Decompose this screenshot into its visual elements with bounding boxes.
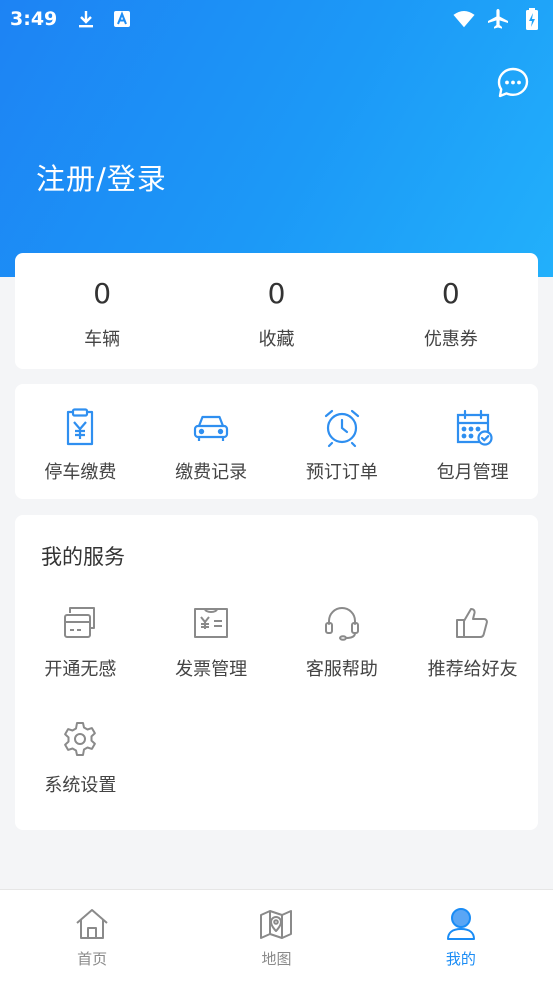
- car-icon: [190, 406, 232, 448]
- service-label: 系统设置: [44, 775, 117, 796]
- tab-label: 地图: [261, 950, 292, 968]
- airplane-icon: [487, 8, 509, 30]
- service-settings[interactable]: 系统设置: [15, 719, 146, 835]
- quick-action-reservations[interactable]: 预订订单: [277, 384, 408, 499]
- status-time: 3:49: [10, 8, 58, 30]
- tab-mine[interactable]: 我的: [369, 890, 553, 983]
- quick-action-label: 预订订单: [305, 462, 378, 483]
- thumbs-up-icon: [453, 603, 493, 643]
- tab-home[interactable]: 首页: [0, 890, 184, 983]
- calendar-check-icon: [452, 406, 494, 448]
- text-a-icon: [111, 8, 133, 30]
- wifi-icon: [453, 8, 475, 30]
- card-icon: [60, 603, 100, 643]
- login-register-link[interactable]: 注册/登录: [36, 156, 167, 198]
- service-customer-help[interactable]: 客服帮助: [277, 603, 408, 719]
- stat-value: 0: [93, 277, 112, 310]
- quick-action-monthly[interactable]: 包月管理: [407, 384, 538, 499]
- services-card: 我的服务 开通无感 发票管理 客服帮助 推荐给好友 系统设置: [15, 515, 538, 830]
- bottom-tab-bar: 首页 地图 我的: [0, 889, 553, 983]
- chat-bubble-icon[interactable]: [496, 66, 530, 100]
- service-senseless-pay[interactable]: 开通无感: [15, 603, 146, 719]
- service-label: 发票管理: [175, 659, 248, 680]
- tab-label: 我的: [445, 950, 476, 968]
- stat-coupons[interactable]: 0 优惠券: [364, 253, 538, 369]
- services-title: 我的服务: [41, 545, 125, 569]
- quick-action-label: 包月管理: [436, 462, 509, 483]
- quick-action-label: 缴费记录: [175, 462, 248, 483]
- battery-charging-icon: [521, 8, 543, 30]
- service-invoice[interactable]: 发票管理: [146, 603, 277, 719]
- gear-icon: [60, 719, 100, 759]
- profile-header: 3:49 注册/登录: [0, 0, 553, 277]
- stat-vehicles[interactable]: 0 车辆: [15, 253, 189, 369]
- quick-action-payment-records[interactable]: 缴费记录: [146, 384, 277, 499]
- user-icon: [443, 906, 479, 942]
- yen-clipboard-icon: [59, 406, 101, 448]
- stat-label: 优惠券: [423, 329, 478, 350]
- quick-action-label: 停车缴费: [44, 462, 117, 483]
- invoice-icon: [191, 603, 231, 643]
- stat-favorites[interactable]: 0 收藏: [189, 253, 363, 369]
- stat-value: 0: [267, 277, 286, 310]
- service-recommend[interactable]: 推荐给好友: [407, 603, 538, 719]
- service-label: 推荐给好友: [427, 659, 518, 680]
- tab-label: 首页: [77, 950, 108, 968]
- stat-label: 收藏: [258, 329, 295, 350]
- download-icon: [75, 8, 97, 30]
- home-icon: [74, 906, 110, 942]
- status-bar: 3:49: [0, 0, 553, 38]
- alarm-clock-icon: [321, 406, 363, 448]
- stats-card: 0 车辆 0 收藏 0 优惠券: [15, 253, 538, 369]
- quick-action-parking-payment[interactable]: 停车缴费: [15, 384, 146, 499]
- headset-icon: [322, 603, 362, 643]
- services-grid: 开通无感 发票管理 客服帮助 推荐给好友 系统设置: [15, 603, 538, 835]
- tab-map[interactable]: 地图: [184, 890, 368, 983]
- service-label: 开通无感: [44, 659, 117, 680]
- service-label: 客服帮助: [305, 659, 378, 680]
- stat-value: 0: [441, 277, 460, 310]
- map-icon: [258, 906, 294, 942]
- stat-label: 车辆: [84, 329, 121, 350]
- quick-actions-card: 停车缴费 缴费记录 预订订单 包月管理: [15, 384, 538, 499]
